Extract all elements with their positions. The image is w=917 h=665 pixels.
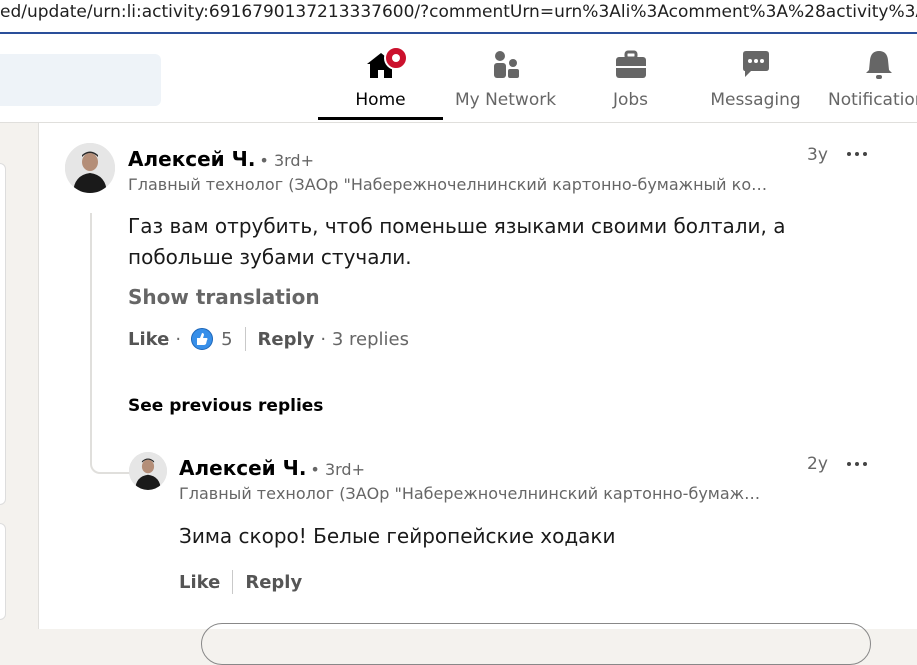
search-input[interactable] (0, 54, 161, 106)
divider (232, 570, 234, 594)
address-bar[interactable]: ed/update/urn:li:activity:69167901372133… (0, 0, 917, 34)
author-name[interactable]: Алексей Ч. (128, 147, 255, 171)
reply-button[interactable]: Reply (258, 329, 315, 350)
more-options-icon[interactable] (845, 460, 869, 468)
reply-timestamp: 2y (807, 454, 828, 474)
nav-messaging-label: Messaging (710, 90, 801, 110)
nav-notifications[interactable]: Notifications (818, 34, 917, 120)
replies-count-link[interactable]: · 3 replies (320, 329, 409, 350)
comments-panel: Алексей Ч. • 3rd+ Главный технолог (ЗАОр … (38, 123, 917, 665)
reaction-count[interactable]: 5 (221, 329, 232, 350)
see-previous-replies-button[interactable]: See previous replies (128, 396, 323, 416)
nav-messaging[interactable]: Messaging (693, 34, 818, 120)
left-card (0, 163, 6, 505)
thread-line (90, 213, 132, 474)
left-column (0, 123, 38, 629)
avatar[interactable] (129, 452, 167, 490)
like-reaction-icon (191, 328, 214, 350)
author-headline: Главный технолог (ЗАОр "Набережночелнинс… (128, 175, 768, 194)
author-headline: Главный технолог (ЗАОр "Набережночелнинс… (179, 484, 761, 503)
divider (244, 327, 246, 351)
nav-notifications-label: Notifications (828, 90, 917, 110)
left-card (0, 523, 6, 620)
separator-dot: · (175, 328, 182, 350)
bell-icon (866, 51, 892, 79)
like-button[interactable]: Like (179, 572, 220, 593)
avatar[interactable] (65, 143, 115, 193)
notification-badge (384, 46, 408, 70)
comment-actions: Like · 5 Reply · 3 replies (128, 327, 409, 351)
nav-jobs[interactable]: Jobs (568, 34, 693, 120)
connection-degree: • 3rd+ (259, 151, 314, 170)
person-photo (65, 143, 115, 193)
nav-jobs-label: Jobs (612, 90, 649, 110)
more-options-icon[interactable] (845, 150, 869, 158)
reply-text: Зима скоро! Белые гейропейские ходаки (179, 524, 616, 548)
messaging-icon (742, 51, 769, 77)
briefcase-icon (615, 50, 646, 78)
show-translation-link[interactable]: Show translation (128, 285, 320, 309)
nav-home-label: Home (355, 90, 406, 110)
url-text[interactable]: ed/update/urn:li:activity:69167901372133… (0, 2, 917, 22)
reply-actions: Like Reply (179, 570, 302, 594)
reply-input[interactable] (201, 623, 871, 665)
nav-my-network[interactable]: My Network (443, 34, 568, 120)
network-icon (493, 51, 519, 78)
nav-home[interactable]: Home (318, 34, 443, 120)
connection-degree: • 3rd+ (310, 460, 365, 479)
comment-text: Газ вам отрубить, чтоб поменьше языками … (128, 214, 786, 269)
comment-timestamp: 3y (807, 145, 828, 165)
reply-author[interactable]: Алексей Ч. • 3rd+ (179, 456, 365, 480)
like-button[interactable]: Like (128, 329, 169, 350)
reply-button[interactable]: Reply (245, 572, 302, 593)
author-name[interactable]: Алексей Ч. (179, 456, 306, 480)
nav-my-network-label: My Network (454, 90, 557, 110)
top-navigation: Home My Network Jobs Messaging Notificat… (0, 34, 917, 123)
person-photo (129, 452, 167, 490)
comment-author[interactable]: Алексей Ч. • 3rd+ (128, 147, 314, 171)
